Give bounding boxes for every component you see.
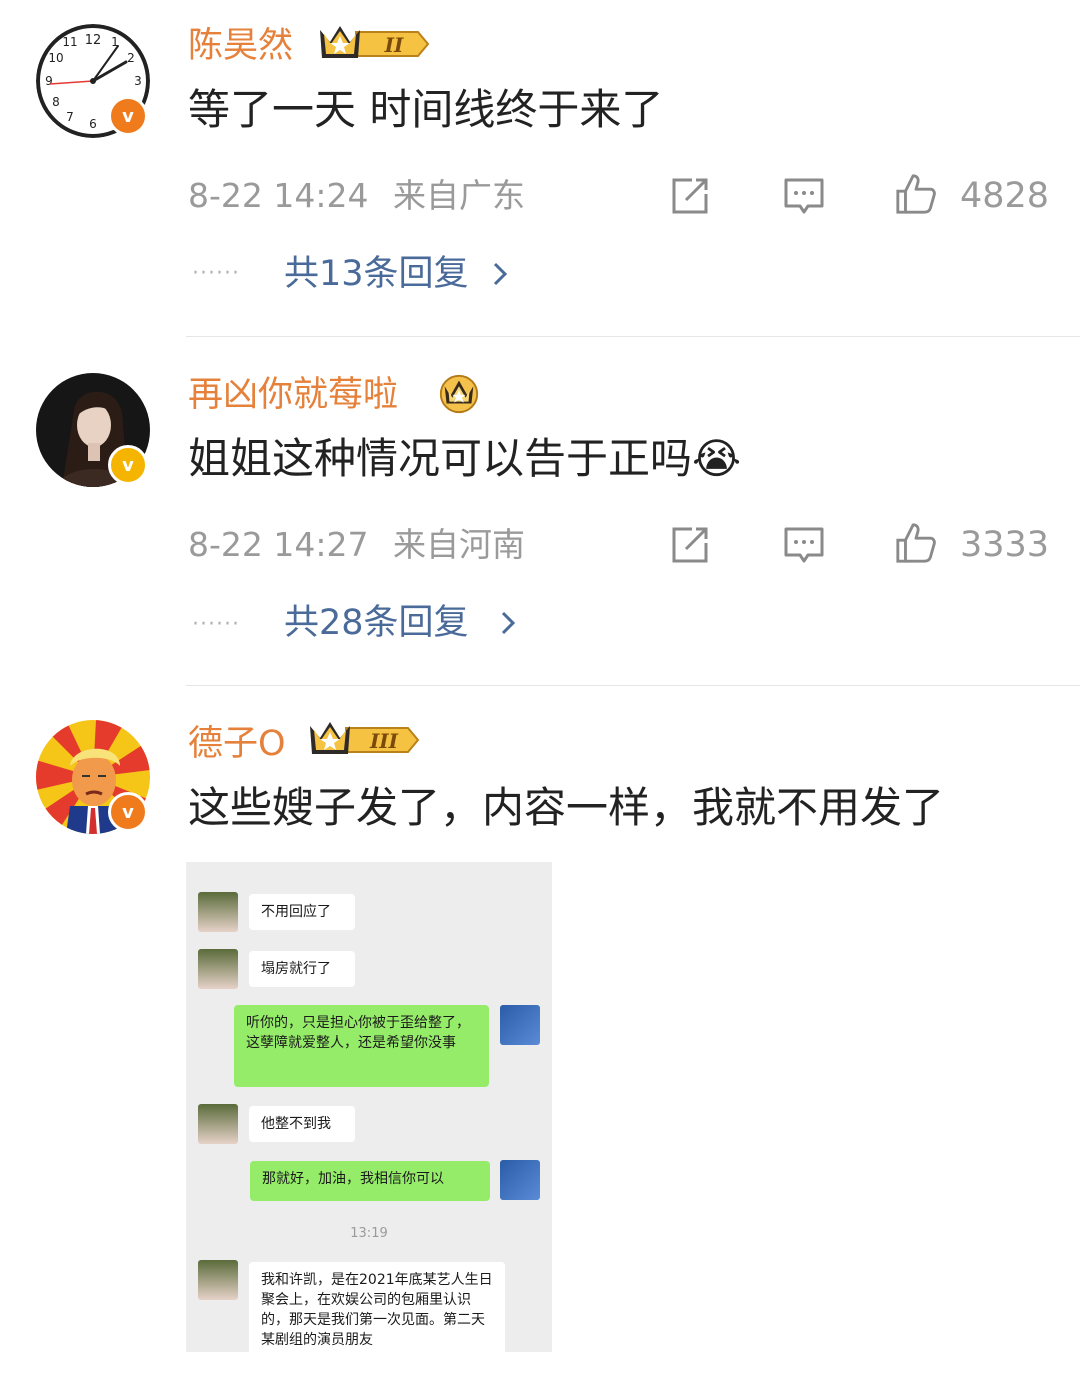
verified-badge-icon: v xyxy=(108,445,148,485)
comment-icon[interactable] xyxy=(782,174,826,218)
avatar xyxy=(198,1104,238,1144)
like-icon[interactable] xyxy=(894,521,938,565)
chat-bubble: 我和许凯，是在2021年底某艺人生日聚会上，在欢娱公司的包厢里认识的，那天是我们… xyxy=(249,1262,505,1352)
chat-bubble: 塌房就行了 xyxy=(249,951,355,987)
comment-meta: 8-22 14:27 来自河南 xyxy=(188,523,525,567)
comment-text: 姐姐这种情况可以告于正吗😭 xyxy=(188,434,742,483)
comment-time: 8-22 14:24 xyxy=(188,176,369,215)
svg-text:2: 2 xyxy=(127,51,135,65)
svg-text:3: 3 xyxy=(134,74,142,88)
repost-icon[interactable] xyxy=(668,174,712,218)
username[interactable]: 陈昊然 xyxy=(188,24,293,68)
chat-screenshot-image[interactable]: 不用回应了 塌房就行了 听你的，只是担心你被于歪给整了，这孽障就爱整人，还是希望… xyxy=(186,862,552,1352)
username[interactable]: 再凶你就莓啦 xyxy=(188,373,398,417)
avatar xyxy=(500,1005,540,1045)
svg-text:II: II xyxy=(384,33,404,57)
svg-text:10: 10 xyxy=(48,51,63,65)
like-icon[interactable] xyxy=(894,172,938,216)
chat-bubble: 他整不到我 xyxy=(249,1106,355,1142)
comment-location: 来自河南 xyxy=(393,525,525,564)
like-count: 3333 xyxy=(960,525,1050,565)
view-replies-link[interactable]: 共28条回复 xyxy=(284,601,469,645)
comment-text: 等了一天 时间线终于来了 xyxy=(188,85,664,134)
comment-item: 12 11 1 10 2 9 3 8 7 6 v 陈昊然 II 等了一天 时间线… xyxy=(0,0,1080,336)
chat-bubble: 那就好，加油，我相信你可以 xyxy=(250,1161,490,1201)
svg-text:6: 6 xyxy=(89,117,97,131)
chat-bubble: 不用回应了 xyxy=(249,894,355,930)
svg-text:11: 11 xyxy=(62,35,77,49)
comment-time: 8-22 14:27 xyxy=(188,525,369,564)
view-replies-link[interactable]: 共13条回复 xyxy=(284,252,469,296)
chevron-right-icon[interactable] xyxy=(498,609,518,637)
avatar xyxy=(500,1160,540,1200)
svg-text:III: III xyxy=(369,729,399,753)
comment-meta: 8-22 14:24 来自广东 xyxy=(188,174,525,218)
comment-icon[interactable] xyxy=(782,523,826,567)
reply-dots: ······ xyxy=(192,612,240,637)
chat-timestamp: 13:19 xyxy=(350,1226,388,1241)
comment-location: 来自广东 xyxy=(393,176,525,215)
svg-text:8: 8 xyxy=(52,95,60,109)
chat-bubble: 听你的，只是担心你被于歪给整了，这孽障就爱整人，还是希望你没事 xyxy=(234,1005,489,1087)
verified-badge-icon: v xyxy=(108,96,148,136)
crown-badge-icon xyxy=(439,374,479,414)
avatar xyxy=(198,1260,238,1300)
crown-badge-icon: II xyxy=(320,26,430,58)
avatar xyxy=(198,892,238,932)
svg-text:9: 9 xyxy=(45,74,53,88)
verified-badge-icon: v xyxy=(108,792,148,832)
username[interactable]: 德子O xyxy=(188,722,286,766)
repost-icon[interactable] xyxy=(668,523,712,567)
svg-text:12: 12 xyxy=(85,33,102,48)
crown-badge-icon: III xyxy=(310,722,420,754)
avatar xyxy=(198,949,238,989)
chevron-right-icon[interactable] xyxy=(490,260,510,288)
svg-text:7: 7 xyxy=(66,110,74,124)
comment-item: v 再凶你就莓啦 姐姐这种情况可以告于正吗😭 8-22 14:27 来自河南 3… xyxy=(0,337,1080,685)
comment-text: 这些嫂子发了，内容一样，我就不用发了 xyxy=(188,783,945,832)
like-count: 4828 xyxy=(960,176,1050,216)
reply-dots: ······ xyxy=(192,261,240,286)
